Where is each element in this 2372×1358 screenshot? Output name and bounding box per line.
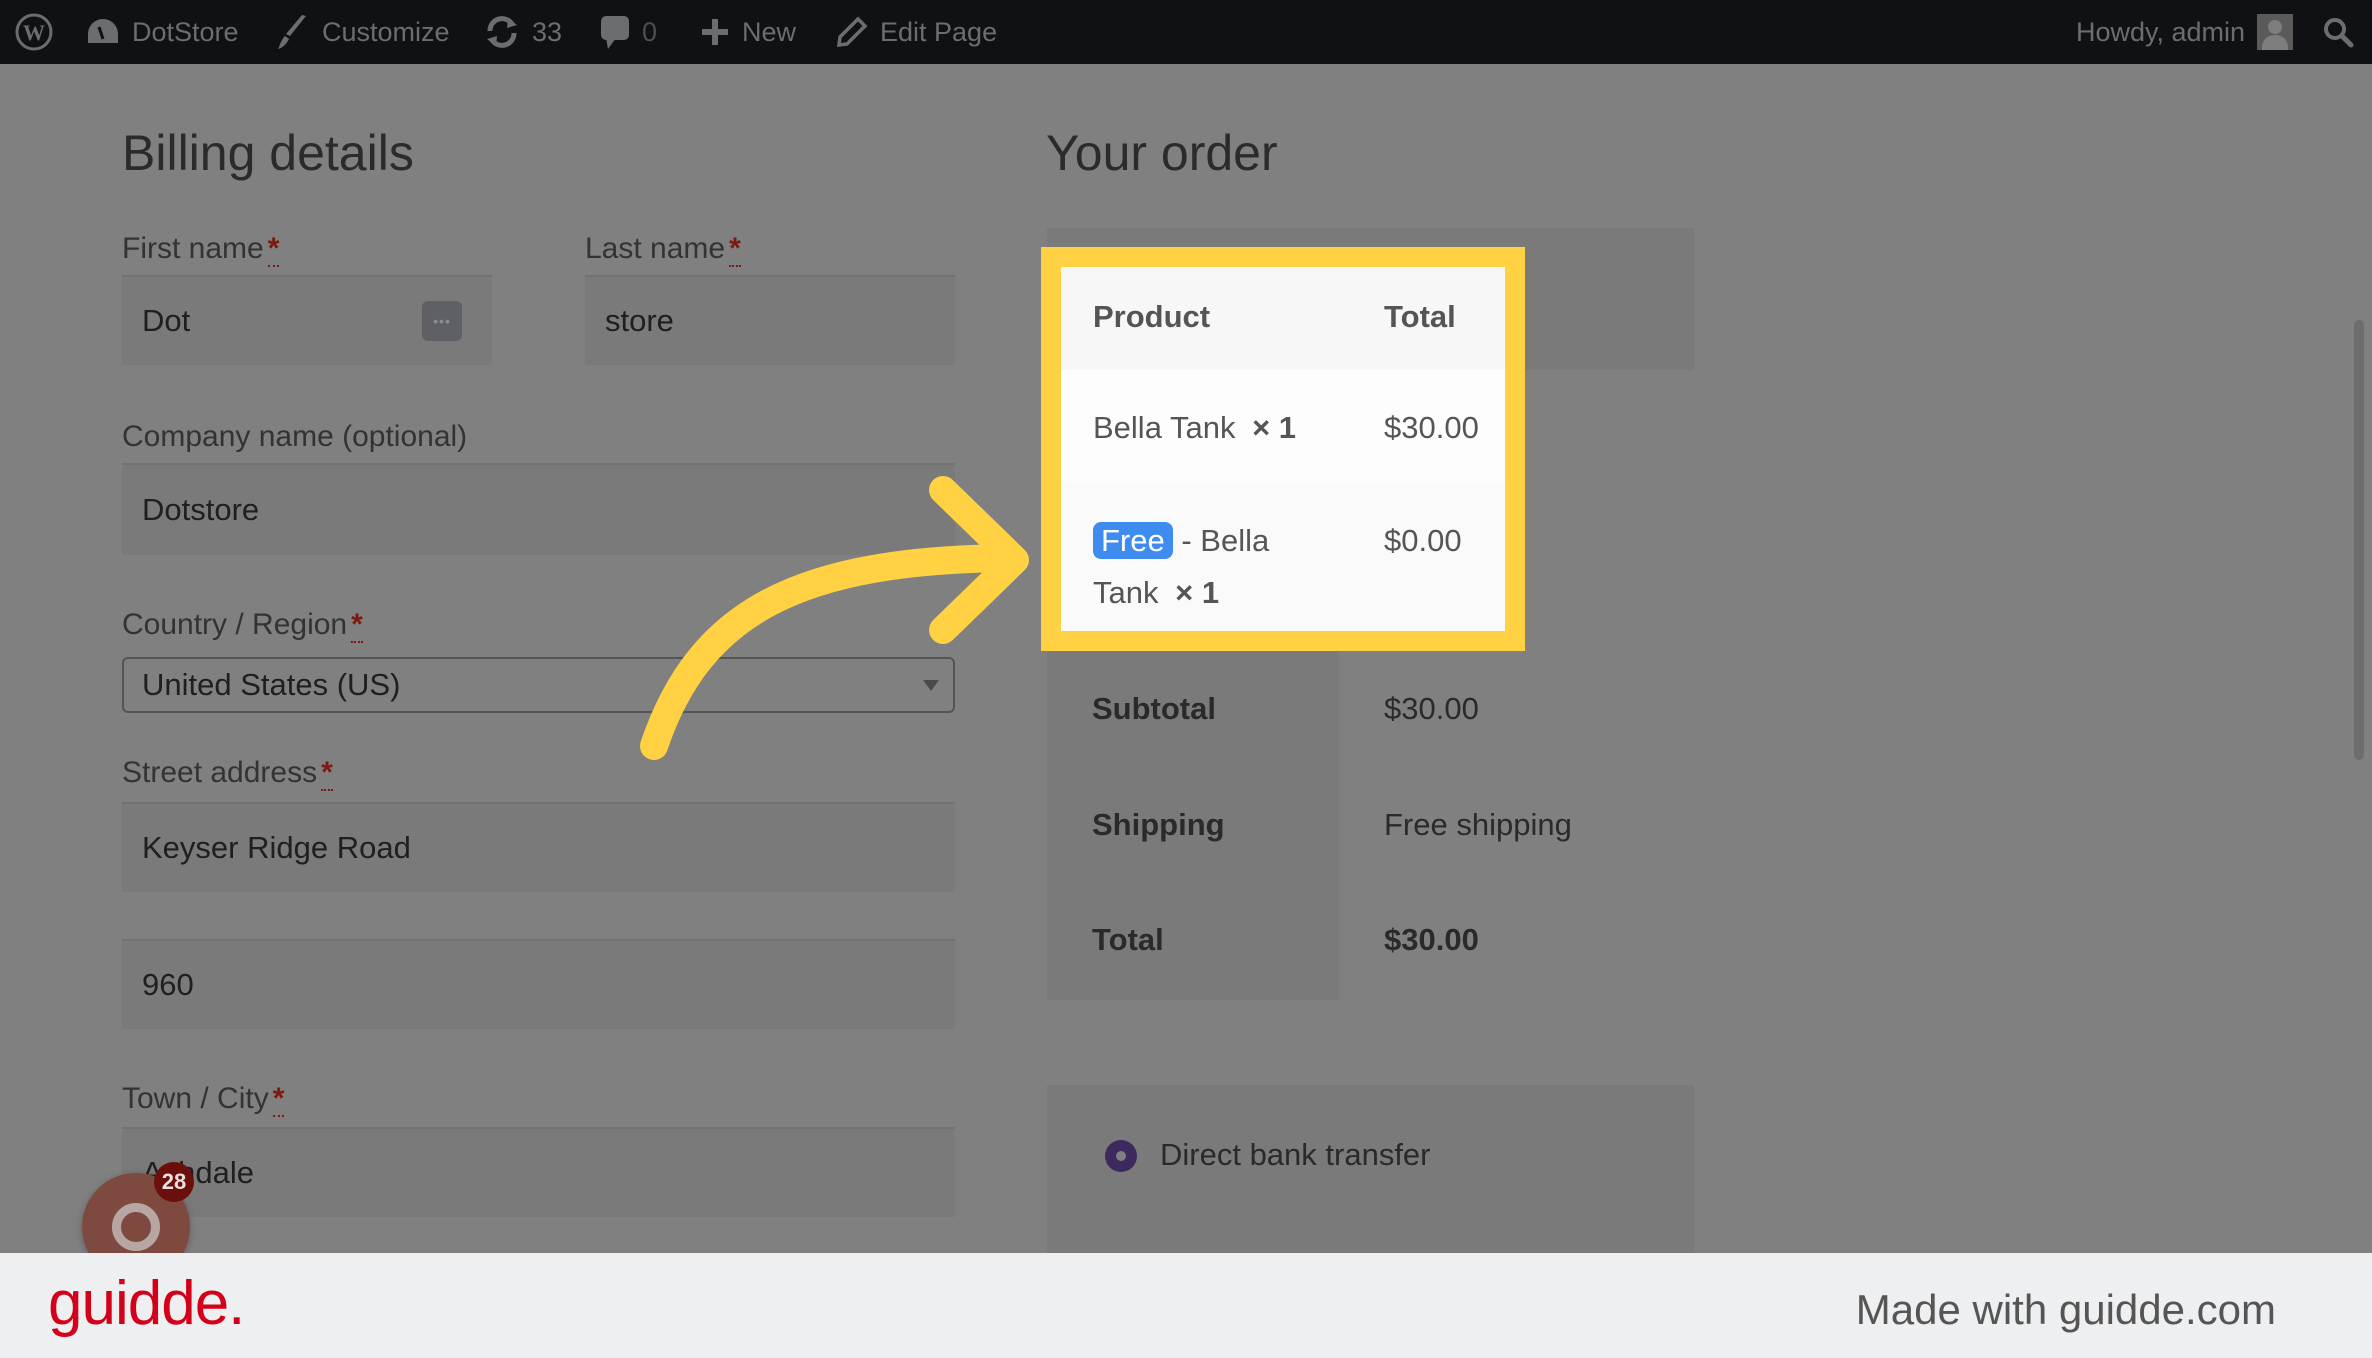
guidde-logo: guidde. [48,1269,245,1338]
street-address-line1-input[interactable]: Keyser Ridge Road [122,802,955,892]
radio-dot [1116,1151,1126,1161]
new-content-menu[interactable]: New [700,0,796,64]
item-total: $30.00 [1384,410,1479,445]
column-header-product: Product [1093,299,1211,334]
street-address-label-text: Street address [122,756,318,789]
svg-text:W: W [23,20,45,45]
my-account-menu[interactable]: Howdy, admin [2076,0,2294,64]
required-marker: * [272,1082,285,1117]
your-order-title: Your order [1046,125,1278,181]
city-label-text: Town / City [122,1082,269,1115]
shipping-value: Free shipping [1384,807,1572,842]
dashboard-gauge-icon [88,19,118,43]
record-ring-icon [112,1203,160,1251]
bank-transfer-label[interactable]: Direct bank transfer [1160,1137,1431,1173]
updates-link[interactable]: 33 [484,0,562,64]
made-with-guidde-text: Made with guidde.com [1855,1286,2276,1333]
site-name: DotStore [132,16,239,47]
street-line1-value: Keyser Ridge Road [142,830,411,865]
free-item-name: Free - Bella [1093,522,1270,559]
required-marker: * [351,608,363,643]
updates-count: 33 [532,16,563,47]
item-name-text: Bella Tank [1093,410,1236,445]
company-name-input[interactable]: Dotstore [122,463,955,555]
edit-page-label: Edit Page [880,16,998,47]
plus-icon [702,19,728,45]
paintbrush-icon [278,15,306,49]
country-value: United States (US) [142,667,401,702]
city-label: Town / City * [122,1082,285,1117]
wp-admin-bar: W DotStore Customize 33 0 New Edit Page … [0,0,2372,64]
required-marker: * [267,232,280,267]
last-name-label-text: Last name [585,232,726,265]
page-scrollbar[interactable] [2354,320,2364,760]
comments-link[interactable]: 0 [600,0,657,64]
first-name-label: First name * [122,232,280,267]
country-label: Country / Region * [122,608,363,643]
country-select[interactable]: United States (US) [122,657,955,713]
password-manager-icon[interactable]: ••• [422,301,462,341]
free-item-qty: × 1 [1175,575,1220,610]
notification-badge: 28 [154,1162,194,1202]
street-address-label: Street address * [122,756,333,791]
street-line2-value: 960 [142,967,194,1002]
chevron-down-icon [923,680,939,691]
search-icon [2324,18,2354,48]
column-header-total: Total [1384,299,1456,334]
edit-page-link[interactable]: Edit Page [836,0,997,64]
required-marker: * [729,232,741,267]
comments-count: 0 [642,16,658,47]
city-input[interactable]: Ashdale [122,1127,955,1217]
pencil-icon [836,16,868,48]
item-name: Bella Tank × 1 [1093,410,1296,446]
bank-transfer-radio[interactable] [1105,1140,1137,1172]
customize-link[interactable]: Customize [276,0,450,64]
last-name-input[interactable]: store [585,275,955,365]
first-name-value: Dot [142,303,191,338]
search-button[interactable] [2322,0,2354,64]
free-badge: Free [1093,522,1173,559]
free-item-total: $0.00 [1384,523,1462,558]
last-name-value: store [605,303,674,338]
comment-bubble-icon [601,16,629,49]
free-item-name-line1: - Bella [1181,523,1270,558]
subtotal-value: $30.00 [1384,691,1479,726]
company-name-label: Company name (optional) [122,420,468,453]
new-label: New [742,16,797,47]
site-name-menu[interactable]: DotStore [86,0,239,64]
billing-details-title: Billing details [122,125,414,181]
order-total-label: Total [1092,922,1164,957]
first-name-input[interactable]: Dot ••• [122,275,492,365]
street-address-line2-input[interactable]: 960 [122,939,955,1029]
country-label-text: Country / Region [122,608,348,641]
avatar [2257,14,2294,50]
shipping-label: Shipping [1092,807,1225,842]
updates-refresh-icon [487,16,517,48]
order-total-value: $30.00 [1384,922,1479,957]
order-items-table: Product Total Bella Tank × 1 $30.00 Free… [1061,267,1505,631]
first-name-label-text: First name [122,232,264,265]
howdy-label: Howdy, admin [2076,16,2246,47]
order-items-highlight: Product Total Bella Tank × 1 $30.00 Free… [1041,247,1525,651]
customize-label: Customize [322,16,450,47]
required-marker: * [321,756,333,791]
company-name-value: Dotstore [142,492,260,527]
wordpress-icon: W [15,13,53,51]
last-name-label: Last name * [585,232,741,267]
free-item-name-line2: Tank × 1 [1093,575,1219,611]
subtotal-label: Subtotal [1092,691,1216,726]
item-qty: × 1 [1252,410,1297,445]
wordpress-logo-button[interactable]: W [14,0,54,64]
free-item-name-line2-text: Tank [1093,575,1159,610]
